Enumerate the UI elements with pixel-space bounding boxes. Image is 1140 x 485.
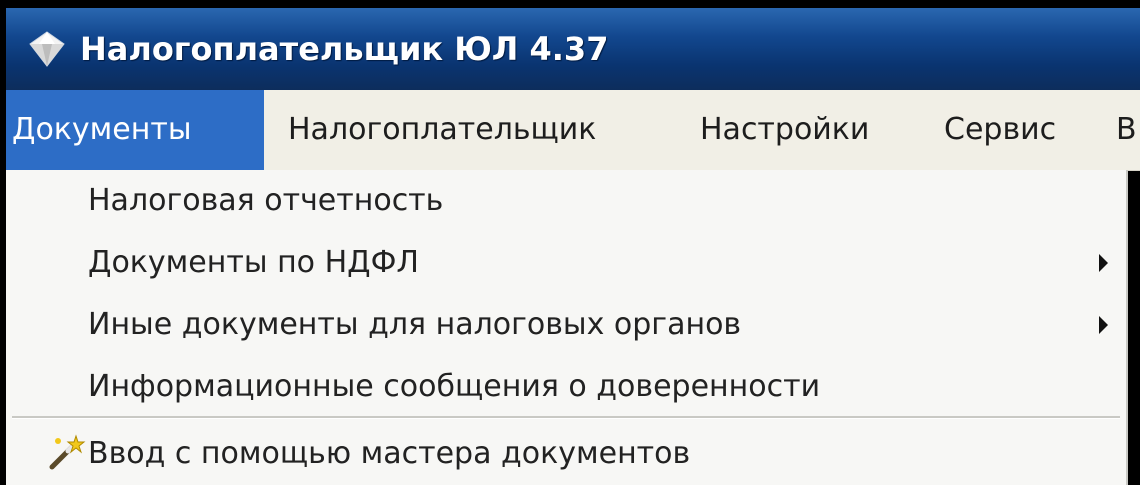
menu-item-label: Налоговая отчетность	[88, 183, 444, 218]
menu-item-ndfl-documents[interactable]: Документы по НДФЛ	[6, 232, 1126, 294]
menu-service[interactable]: Сервис	[932, 90, 1068, 170]
menu-settings[interactable]: Настройки	[688, 90, 881, 170]
menu-bar: Документы Налогоплательщик Настройки Сер…	[6, 90, 1140, 171]
menu-separator	[12, 416, 1120, 419]
menu-item-other-documents[interactable]: Иные документы для налоговых органов	[6, 294, 1126, 356]
wizard-wand-icon	[49, 434, 86, 470]
menu-item-power-of-attorney-messages[interactable]: Информационные сообщения о доверенности	[6, 356, 1126, 418]
menu-item-tax-reporting[interactable]: Налоговая отчетность	[6, 170, 1126, 232]
app-diamond-icon	[29, 31, 65, 67]
submenu-arrow-icon	[1099, 254, 1108, 272]
menu-item-document-wizard[interactable]: Ввод с помощью мастера документов	[6, 423, 1126, 485]
title-bar: Налогоплательщик ЮЛ 4.37	[6, 8, 1140, 90]
documents-dropdown: Налоговая отчетность Документы по НДФЛ И…	[6, 170, 1128, 485]
menu-item-label: Ввод с помощью мастера документов	[88, 436, 691, 471]
menu-taxpayer[interactable]: Налогоплательщик	[276, 90, 608, 170]
menu-documents[interactable]: Документы	[6, 90, 264, 170]
menu-item-label: Информационные сообщения о доверенности	[88, 369, 821, 404]
menu-item-label: Иные документы для налоговых органов	[88, 307, 742, 342]
submenu-arrow-icon	[1099, 316, 1108, 334]
window-title: Налогоплательщик ЮЛ 4.37	[80, 30, 609, 68]
menu-window[interactable]: В	[1104, 90, 1140, 170]
menu-item-label: Документы по НДФЛ	[88, 245, 419, 280]
